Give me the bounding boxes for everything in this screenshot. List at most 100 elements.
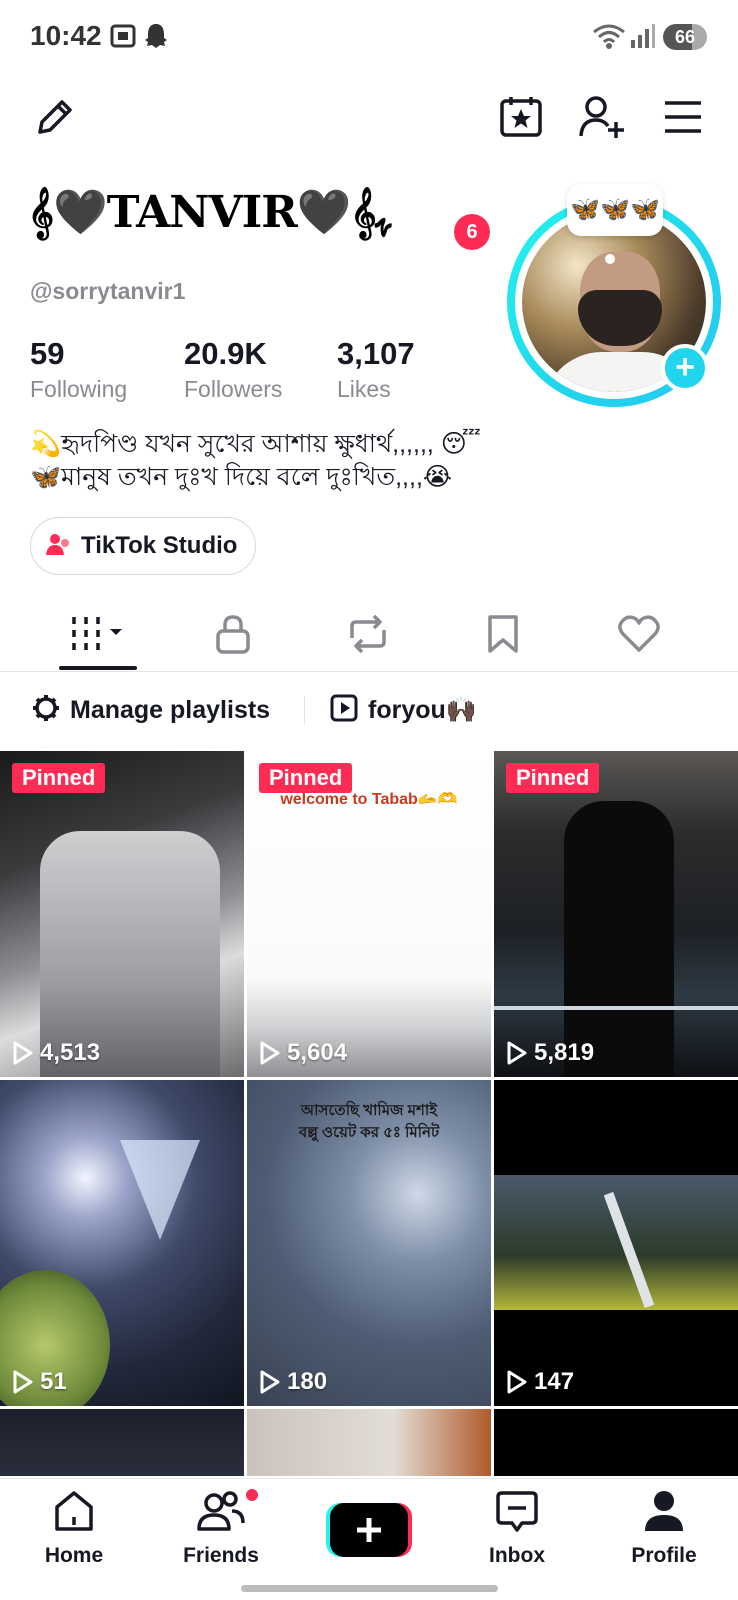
thumbnail-shape <box>564 801 674 1077</box>
pinned-badge: Pinned <box>506 763 600 793</box>
calendar-star-icon[interactable] <box>498 95 544 139</box>
add-story-plus-icon[interactable]: + <box>661 344 709 392</box>
video-tile[interactable] <box>494 1409 738 1476</box>
video-tile[interactable]: 147 <box>494 1080 738 1406</box>
overlay-text: আসতেছি খামিজ মশাই বল্লু ওয়েট কর ৫ঃ মিনি… <box>298 1102 440 1141</box>
studio-icon <box>45 531 71 562</box>
note-bubble[interactable]: 🦋🦋🦋 <box>567 184 663 236</box>
bookmark-icon <box>487 614 519 659</box>
tab-favorites[interactable] <box>463 608 543 664</box>
video-tile[interactable]: 51 <box>0 1080 244 1406</box>
bio-line: 🦋মানুষ তখন দুঃখ দিয়ে বলে দুঃখিত,,,,😭 <box>30 463 453 491</box>
tab-reposts[interactable] <box>328 608 408 664</box>
profile-icon <box>642 1489 686 1538</box>
status-bar: 10:42 66 <box>0 0 738 78</box>
active-tab-indicator <box>59 666 137 670</box>
nav-profile[interactable]: Profile <box>604 1489 724 1568</box>
video-tile[interactable]: আসতেছি খামিজ মশাই বল্লু ওয়েট কর ৫ঃ মিনি… <box>247 1080 491 1406</box>
tab-liked[interactable] <box>599 608 679 664</box>
add-friend-icon[interactable] <box>578 94 626 140</box>
screenshot-icon <box>110 22 136 55</box>
view-count-text: 147 <box>534 1368 575 1395</box>
stat-value: 20.9K <box>184 336 267 371</box>
stat-likes[interactable]: 3,107 Likes <box>337 336 415 403</box>
thumbnail-shape <box>120 1140 200 1240</box>
view-count-text: 51 <box>40 1368 67 1395</box>
menu-icon[interactable] <box>664 100 702 134</box>
create-plus-icon[interactable] <box>326 1503 412 1557</box>
repost-icon <box>346 614 390 659</box>
overlay-text: welcome to Tabab🫴🫶 <box>280 791 458 808</box>
create-layer-black <box>330 1503 408 1557</box>
view-count: 51 <box>12 1368 67 1396</box>
play-square-icon <box>330 694 358 727</box>
inbox-icon <box>494 1489 540 1538</box>
play-icon <box>13 1370 33 1394</box>
pinned-badge: Pinned <box>12 763 106 793</box>
view-count: 5,604 <box>259 1039 347 1067</box>
nav-label: Profile <box>631 1544 697 1567</box>
snapchat-ghost-icon <box>144 22 168 55</box>
thumbnail-shape <box>494 1175 738 1310</box>
view-count-text: 4,513 <box>40 1039 101 1066</box>
manage-playlists-button[interactable]: Manage playlists <box>32 688 270 732</box>
playlist-row: Manage playlists foryou🙌🏿 <box>0 688 738 732</box>
tiktok-studio-button[interactable]: TikTok Studio <box>30 517 257 575</box>
playlist-divider <box>304 696 305 724</box>
view-count-text: 180 <box>287 1368 328 1395</box>
tab-videos[interactable] <box>58 608 138 664</box>
view-count-text: 5,819 <box>534 1039 595 1066</box>
video-tile[interactable]: Pinned 4,513 <box>0 751 244 1077</box>
bio: 💫হৃদপিণ্ড যখন সুখের আশায় ক্ষুধার্থ,,,,,… <box>30 428 481 494</box>
friends-icon <box>196 1489 246 1538</box>
nav-label: Inbox <box>489 1544 545 1567</box>
playlist-foryou[interactable]: foryou🙌🏿 <box>330 688 477 732</box>
video-tile[interactable]: Pinned welcome to Tabab🫴🫶 5,604 <box>247 751 491 1077</box>
edit-pencil-icon[interactable] <box>32 96 76 140</box>
bottom-nav: Home Friends Inbox Profile <box>0 1478 738 1600</box>
profile-tabs <box>0 600 738 672</box>
stat-label: Following <box>30 376 128 402</box>
battery-indicator: 66 <box>663 24 707 50</box>
username: @sorrytanvir1 <box>30 278 186 304</box>
play-icon <box>507 1041 527 1065</box>
view-count: 5,819 <box>506 1039 594 1067</box>
signal-icon <box>630 22 656 55</box>
play-icon <box>507 1370 527 1394</box>
nav-home[interactable]: Home <box>14 1489 134 1568</box>
manage-playlists-label: Manage playlists <box>70 695 271 724</box>
bio-line: 💫হৃদপিণ্ড যখন সুখের আশায় ক্ষুধার্থ,,,,,… <box>30 430 481 458</box>
view-count: 147 <box>506 1368 574 1396</box>
nav-label: Home <box>44 1544 104 1567</box>
play-icon <box>260 1041 280 1065</box>
notification-badge[interactable]: 6 <box>454 214 490 250</box>
friends-notification-dot <box>244 1487 260 1503</box>
wifi-icon <box>592 22 626 55</box>
playlist-name: foryou🙌🏿 <box>368 695 477 724</box>
heart-icon <box>618 614 660 658</box>
nav-inbox[interactable]: Inbox <box>457 1489 577 1568</box>
note-dot <box>605 254 615 264</box>
video-tile[interactable] <box>0 1409 244 1476</box>
tab-private[interactable] <box>193 608 273 664</box>
home-icon <box>52 1489 96 1538</box>
view-count-text: 5,604 <box>287 1039 348 1066</box>
nav-label: Friends <box>183 1544 259 1567</box>
display-name: 𝄞🖤TANVIR🖤𝄞ﮩ <box>28 187 392 238</box>
home-indicator[interactable] <box>241 1585 498 1592</box>
stat-label: Followers <box>184 376 283 402</box>
thumbnail-shape <box>494 1006 738 1010</box>
studio-label: TikTok Studio <box>81 532 238 559</box>
video-tile[interactable] <box>247 1409 491 1476</box>
stat-value: 59 <box>30 336 65 371</box>
videos-grid-icon <box>70 615 126 658</box>
gear-icon <box>32 694 60 727</box>
nav-friends[interactable]: Friends <box>161 1489 281 1568</box>
stat-following[interactable]: 59 Following <box>30 336 127 403</box>
play-icon <box>13 1041 33 1065</box>
video-tile[interactable]: Pinned 5,819 <box>494 751 738 1077</box>
view-count: 4,513 <box>12 1039 100 1067</box>
stat-followers[interactable]: 20.9K Followers <box>184 336 282 403</box>
play-icon <box>260 1370 280 1394</box>
lock-icon <box>215 614 251 659</box>
